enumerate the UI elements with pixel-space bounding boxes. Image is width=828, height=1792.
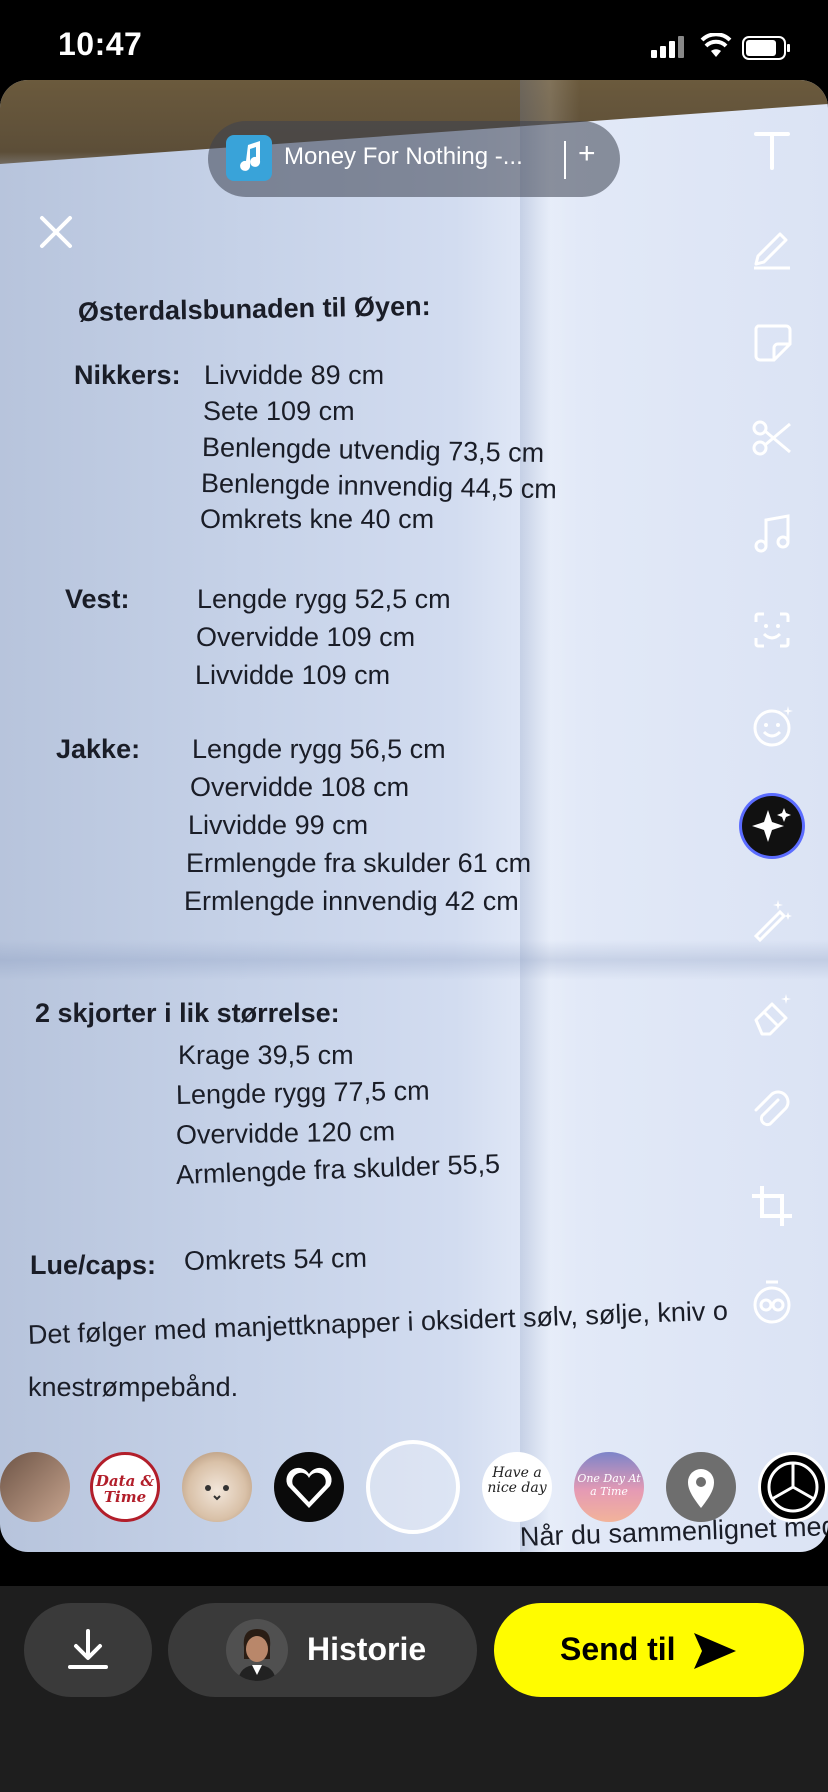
- nikkers-line: Sete 109 cm: [203, 396, 355, 426]
- heart-icon: [286, 1467, 332, 1508]
- snap-photo[interactable]: Østerdalsbunaden til Øyen: Nikkers: Livv…: [0, 80, 828, 1552]
- pencil-icon[interactable]: [748, 222, 796, 270]
- document-photo-content: Østerdalsbunaden til Øyen: Nikkers: Livv…: [0, 80, 828, 1552]
- lue-label: Lue/caps:: [30, 1250, 157, 1280]
- lens-label: One Day At a Time: [577, 1472, 641, 1498]
- skjorter-line: Lengde rygg 77,5 cm: [175, 1075, 430, 1110]
- jakke-line: Overvidde 108 cm: [190, 772, 410, 802]
- music-icon[interactable]: [748, 510, 796, 558]
- lens-item[interactable]: One Day At a Time: [574, 1452, 644, 1522]
- paperclip-icon[interactable]: [748, 1086, 796, 1134]
- lens-label: Data & Time: [95, 1472, 155, 1506]
- jakke-line: Livvidde 99 cm: [188, 810, 369, 840]
- lens-label: Have a nice day: [487, 1465, 547, 1496]
- song-artwork-icon: [226, 135, 272, 181]
- magic-wand-icon[interactable]: [748, 894, 796, 943]
- ai-sparkle-icon[interactable]: [742, 796, 802, 856]
- text-icon[interactable]: [748, 126, 796, 174]
- jakke-label: Jakke:: [56, 734, 141, 764]
- emoji-icon[interactable]: [748, 702, 796, 750]
- download-button[interactable]: [24, 1603, 152, 1697]
- avatar: [226, 1619, 288, 1681]
- music-attachment-pill[interactable]: Money For Nothing -... +: [208, 121, 620, 197]
- lens-item[interactable]: [666, 1452, 736, 1522]
- send-to-button[interactable]: Send til: [494, 1603, 804, 1697]
- document-heading: Østerdalsbunaden til Øyen:: [77, 290, 431, 328]
- cellular-signal-icon: [651, 36, 684, 58]
- lens-item[interactable]: [182, 1452, 252, 1522]
- nikkers-line: Omkrets kne 40 cm: [200, 504, 435, 534]
- jakke-line: Lengde rygg 56,5 cm: [192, 734, 446, 764]
- battery-icon: [742, 36, 790, 60]
- send-label: Send til: [560, 1631, 676, 1667]
- lens-item[interactable]: Have a nice day: [482, 1452, 552, 1522]
- lens-item[interactable]: [274, 1452, 344, 1522]
- vest-line: Lengde rygg 52,5 cm: [197, 584, 451, 614]
- add-music-button[interactable]: +: [578, 137, 596, 171]
- skjorter-line: Armlengde fra skulder 55,5: [175, 1148, 501, 1190]
- lue-value: Omkrets 54 cm: [183, 1242, 368, 1276]
- status-bar: 10:47: [0, 0, 828, 80]
- crop-icon[interactable]: [748, 1182, 796, 1230]
- download-icon: [68, 1629, 108, 1669]
- nikkers-line: Benlengde innvendig 44,5 cm: [200, 468, 557, 505]
- timer-icon[interactable]: [748, 1278, 796, 1326]
- vest-line: Livvidde 109 cm: [195, 660, 391, 690]
- send-arrow-icon: [694, 1633, 736, 1669]
- vest-label: Vest:: [65, 584, 130, 614]
- lens-item[interactable]: [0, 1452, 70, 1522]
- story-label: Historie: [307, 1631, 427, 1667]
- scissors-icon[interactable]: [748, 414, 796, 462]
- close-icon[interactable]: [34, 210, 78, 254]
- lens-item[interactable]: [758, 1452, 828, 1522]
- wifi-icon: [700, 33, 732, 57]
- paragraph-line: knestrømpebånd.: [28, 1372, 239, 1402]
- jakke-line: Ermlengde fra skulder 61 cm: [186, 848, 532, 878]
- vest-line: Overvidde 109 cm: [196, 622, 416, 652]
- paragraph-line: Det følger med manjettknapper i oksidert…: [27, 1295, 729, 1350]
- nikkers-line: Livvidde 89 cm: [204, 360, 385, 390]
- music-title: Money For Nothing -...: [284, 143, 523, 170]
- scan-icon[interactable]: [748, 606, 796, 654]
- location-pin-icon: [688, 1469, 714, 1508]
- lens-item[interactable]: Data & Time: [90, 1452, 160, 1522]
- story-button[interactable]: Historie: [168, 1603, 477, 1697]
- eraser-icon[interactable]: [748, 990, 796, 1038]
- status-time: 10:47: [58, 26, 143, 62]
- cat-icon: [205, 1485, 229, 1501]
- nikkers-line: Benlengde utvendig 73,5 cm: [201, 432, 545, 468]
- jakke-line: Ermlengde innvendig 42 cm: [184, 886, 519, 916]
- skjorter-line: Overvidde 120 cm: [175, 1116, 396, 1150]
- sticker-icon[interactable]: [748, 318, 796, 366]
- skjorter-label: 2 skjorter i lik størrelse:: [35, 998, 340, 1028]
- skjorter-line: Krage 39,5 cm: [178, 1040, 354, 1070]
- pill-divider: [564, 141, 566, 179]
- nikkers-label: Nikkers:: [74, 360, 181, 390]
- capture-button[interactable]: [366, 1440, 460, 1534]
- mercedes-logo-icon: [767, 1461, 819, 1513]
